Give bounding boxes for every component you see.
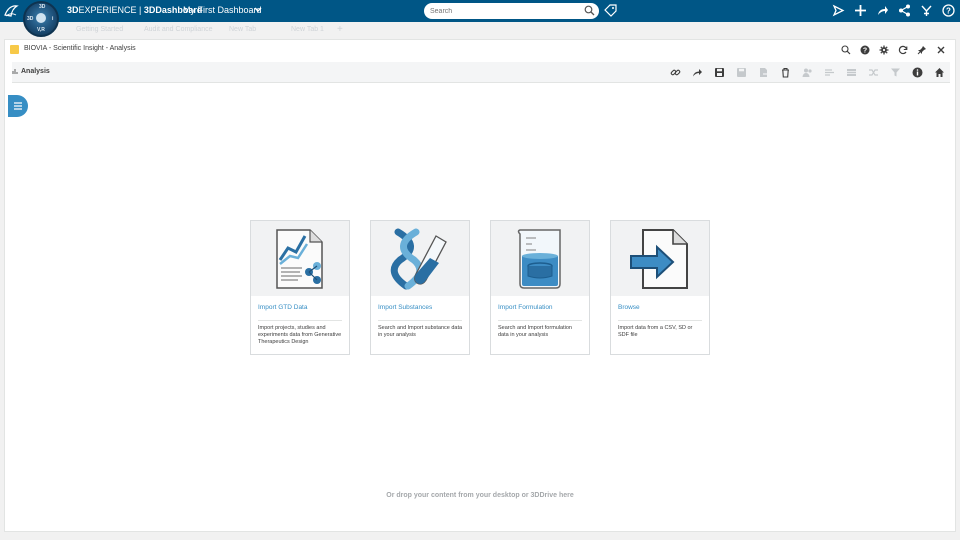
card-divider — [258, 320, 342, 321]
card-title[interactable]: Browse — [618, 304, 640, 311]
tab-new[interactable]: New Tab — [229, 26, 256, 33]
compass-bottom-label: V,R — [37, 27, 45, 33]
card-import-formulation[interactable]: Import Formulation Search and Import for… — [490, 220, 590, 355]
widget-search-icon[interactable] — [839, 43, 852, 56]
tab-getting-started[interactable]: Getting Started — [76, 26, 123, 33]
toolbar-share-icon[interactable] — [690, 66, 704, 79]
compass-tool-icon[interactable] — [919, 3, 934, 18]
widget-refresh-icon[interactable] — [896, 43, 909, 56]
widget-settings-icon[interactable] — [877, 43, 890, 56]
compass-top-label: 3D — [39, 4, 46, 10]
widget-pin-icon[interactable] — [915, 43, 928, 56]
card-browse[interactable]: Browse Import data from a CSV, SD or SDF… — [610, 220, 710, 355]
card-divider — [618, 320, 702, 321]
network-icon[interactable] — [897, 3, 912, 18]
card-divider — [378, 320, 462, 321]
dna-testtube-icon — [371, 221, 469, 296]
top-bar: 3DEXPERIENCE | 3DDashboard My First Dash… — [0, 0, 960, 22]
tag-icon[interactable] — [604, 4, 617, 17]
dashboard-title[interactable]: My First Dashboard — [183, 5, 262, 15]
card-description: Import data from a CSV, SD or SDF file — [618, 325, 693, 338]
app-icon — [10, 45, 19, 54]
link-icon[interactable] — [668, 66, 682, 79]
dassault-logo-icon[interactable] — [3, 3, 19, 19]
table-icon[interactable] — [844, 66, 858, 79]
card-title[interactable]: Import GTD Data — [258, 304, 307, 311]
menu-icon — [14, 102, 22, 110]
card-title[interactable]: Import Substances — [378, 304, 432, 311]
widget-title: BIOVIA - Scientific Insight - Analysis — [24, 45, 136, 52]
svg-text:?: ? — [862, 47, 866, 54]
card-import-gtd[interactable]: Import GTD Data Import projects, studies… — [250, 220, 350, 355]
info-icon[interactable] — [910, 66, 924, 79]
svg-text:?: ? — [946, 7, 951, 16]
save-as-icon[interactable] — [734, 66, 748, 79]
users-icon[interactable] — [800, 66, 814, 79]
export-icon[interactable] — [756, 66, 770, 79]
shuffle-icon[interactable] — [866, 66, 880, 79]
analysis-widget: BIOVIA - Scientific Insight - Analysis ?… — [4, 39, 956, 532]
save-icon[interactable] — [712, 66, 726, 79]
beaker-icon — [491, 221, 589, 296]
delete-icon[interactable] — [778, 66, 792, 79]
card-import-substances[interactable]: Import Substances Search and Import subs… — [370, 220, 470, 355]
search-field[interactable] — [424, 3, 599, 19]
card-description: Search and Import substance data in your… — [378, 325, 463, 338]
card-title[interactable]: Import Formulation — [498, 304, 553, 311]
search-input[interactable] — [430, 5, 580, 17]
filter-icon[interactable] — [888, 66, 902, 79]
add-tab-icon[interactable]: + — [337, 24, 343, 35]
help-icon[interactable]: ? — [941, 3, 956, 18]
speech-bubble-icon[interactable] — [831, 3, 846, 18]
home-icon[interactable] — [932, 66, 946, 79]
widget-close-icon[interactable] — [934, 43, 947, 56]
tab-bar: Getting Started Audit and Compliance New… — [0, 22, 960, 39]
analysis-toolbar: Analysis — [12, 62, 950, 83]
compass-left-label: 3D — [27, 16, 34, 22]
side-panel-toggle[interactable] — [8, 95, 28, 117]
share-icon[interactable] — [875, 3, 890, 18]
toolbar-label: Analysis — [21, 68, 50, 75]
card-description: Import projects, studies and experiments… — [258, 325, 342, 345]
compass-center[interactable] — [36, 13, 46, 23]
tab-new-1[interactable]: New Tab 1 — [291, 26, 324, 33]
align-icon[interactable] — [822, 66, 836, 79]
widget-header: BIOVIA - Scientific Insight - Analysis ? — [5, 40, 955, 60]
card-description: Search and Import formulation data in yo… — [498, 325, 572, 338]
chevron-down-icon[interactable] — [254, 5, 262, 15]
gtd-document-chart-icon — [251, 221, 349, 296]
widget-help-icon[interactable]: ? — [858, 43, 871, 56]
compass-right-label: i — [52, 16, 54, 22]
chart-icon — [12, 69, 18, 74]
file-import-arrow-icon — [611, 221, 709, 296]
plus-icon[interactable] — [853, 3, 868, 18]
compass-icon[interactable]: 3D 3D i V,R — [23, 1, 59, 37]
drop-zone-hint[interactable]: Or drop your content from your desktop o… — [5, 492, 955, 499]
search-icon[interactable] — [584, 5, 595, 16]
tab-audit[interactable]: Audit and Compliance — [144, 26, 213, 33]
card-divider — [498, 320, 582, 321]
